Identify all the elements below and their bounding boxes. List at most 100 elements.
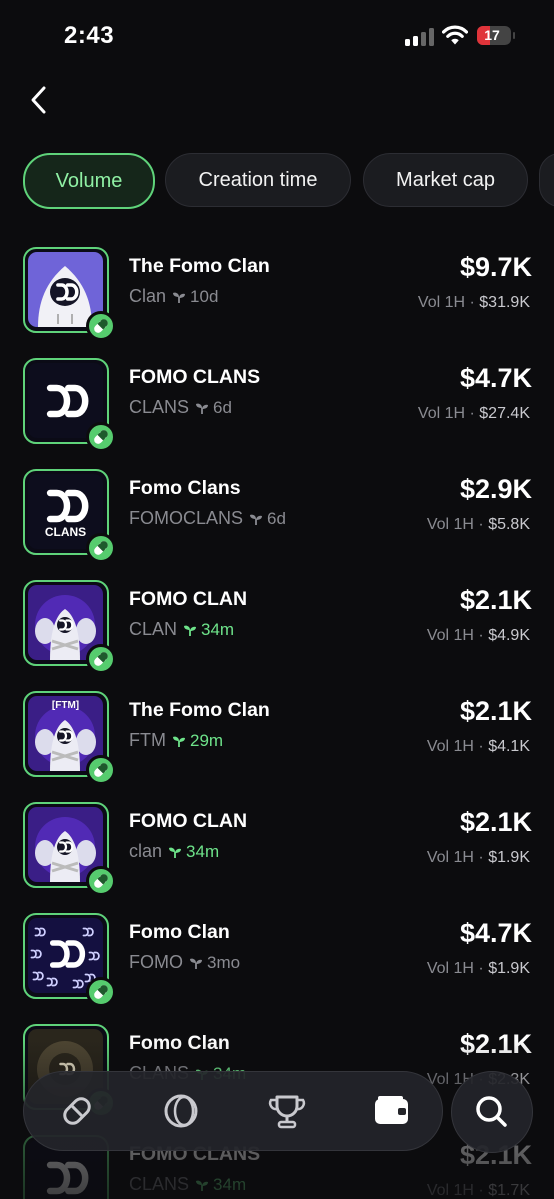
clan-age: 29m — [189, 731, 224, 750]
clan-row[interactable]: The Fomo Clan Clan 10d $9.7K Vol 1H · $31.9K — [0, 236, 554, 347]
clan-ticker: FOMOCLANS — [129, 508, 244, 528]
filter-more-chip[interactable] — [539, 153, 554, 207]
clan-volume: Vol 1H · $5.8K — [426, 516, 530, 533]
status-time: 2:43 — [64, 22, 115, 49]
clan-name: The Fomo Clan — [129, 699, 270, 721]
clan-row[interactable]: [FTM] The Fomo Clan FTM 29m $2.1K Vol 1H · $4… — [0, 680, 554, 791]
clan-ticker: CLANS — [129, 397, 190, 417]
clan-name: FOMO CLAN — [129, 810, 248, 832]
clan-ticker: clan — [129, 841, 163, 861]
vol-label: Vol 1H — [417, 405, 466, 422]
clan-row[interactable]: Fomo Clan FOMO 3mo $4.7K Vol 1H · $1.9K — [0, 902, 554, 1013]
sprout-icon — [189, 954, 203, 975]
clan-age: 34m — [186, 842, 220, 861]
clan-name: Fomo Clans — [129, 477, 241, 499]
clan-name: Fomo Clan — [129, 921, 230, 943]
battery-level: 17 — [484, 27, 500, 43]
clan-ticker: FTM — [129, 730, 166, 750]
vol-label: Vol 1H — [426, 627, 474, 644]
sprout-icon — [172, 288, 186, 309]
vol-value: $4.1K — [488, 738, 530, 755]
nav-trophy-button[interactable] — [248, 1072, 326, 1150]
clan-name: FOMO CLAN — [129, 588, 248, 610]
clan-row[interactable]: FOMO CLAN CLAN 34m $2.1K Vol 1H · $4.9K — [0, 569, 554, 680]
clan-age: 3mo — [207, 953, 241, 972]
sort-filter-bar: Volume Creation time Market cap — [0, 153, 554, 209]
sprout-icon — [249, 510, 263, 531]
clan-name: FOMO CLANS — [129, 366, 261, 388]
clan-market-cap: $4.7K — [459, 918, 532, 948]
vol-value: $4.9K — [488, 627, 530, 644]
clan-volume: Vol 1H · $1.9K — [426, 849, 530, 866]
nav-pill-button[interactable] — [38, 1072, 116, 1150]
clan-market-cap: $4.7K — [459, 363, 532, 393]
clan-ticker: CLAN — [129, 619, 178, 639]
clan-row[interactable]: FOMO CLAN clan 34m $2.1K Vol 1H · $1.9K — [0, 791, 554, 902]
signal-icon — [405, 28, 435, 46]
clan-age: 6d — [213, 398, 232, 417]
svg-text:CLANS: CLANS — [45, 525, 86, 539]
back-button[interactable] — [26, 82, 52, 118]
clan-subtitle: Clan 10d — [129, 286, 218, 309]
clan-row[interactable]: FOMO CLANS CLANS 6d $4.7K Vol 1H · $27.4K — [0, 347, 554, 458]
vol-label: Vol 1H — [426, 516, 474, 533]
wallet-icon — [375, 1096, 408, 1124]
sprout-icon — [172, 732, 186, 753]
search-button[interactable] — [451, 1071, 533, 1153]
vol-value: $27.4K — [479, 405, 530, 422]
clan-market-cap: $2.9K — [459, 474, 532, 504]
coin-icon — [164, 1094, 198, 1128]
pill-badge-icon — [86, 311, 116, 341]
vol-label: Vol 1H — [426, 849, 474, 866]
nav-wallet-button[interactable] — [352, 1072, 430, 1150]
clan-subtitle: FOMO 3mo — [129, 952, 240, 975]
clan-subtitle: CLAN 34m — [129, 619, 234, 642]
clan-volume: Vol 1H · $4.1K — [426, 738, 530, 755]
clan-volume: Vol 1H · $1.9K — [426, 960, 530, 977]
pill-badge-icon — [86, 755, 116, 785]
pill-icon — [63, 1097, 91, 1125]
pill-badge-icon — [86, 533, 116, 563]
vol-value: $5.8K — [488, 516, 530, 533]
clan-market-cap: $9.7K — [459, 252, 532, 282]
sprout-icon — [168, 843, 182, 864]
filter-volume[interactable]: Volume — [23, 153, 155, 209]
vol-label: Vol 1H — [426, 738, 474, 755]
clan-age: 34m — [201, 620, 235, 639]
clan-subtitle: clan 34m — [129, 841, 219, 864]
vol-label: Vol 1H — [426, 960, 474, 977]
trophy-icon — [268, 1095, 306, 1129]
clan-market-cap: $2.1K — [459, 585, 532, 615]
clan-subtitle: FTM 29m — [129, 730, 223, 753]
vol-value: $1.9K — [488, 960, 530, 977]
clan-volume: Vol 1H · $31.9K — [417, 294, 530, 311]
filter-creation-time[interactable]: Creation time — [165, 153, 351, 207]
status-bar: 2:43 17 — [0, 0, 554, 72]
pill-badge-icon — [86, 644, 116, 674]
pill-badge-icon — [86, 422, 116, 452]
clan-market-cap: $2.1K — [459, 807, 532, 837]
clan-volume: Vol 1H · $27.4K — [417, 405, 530, 422]
pill-badge-icon — [86, 977, 116, 1007]
wifi-icon — [442, 25, 468, 45]
vol-value: $31.9K — [479, 294, 530, 311]
clan-ticker: FOMO — [129, 952, 183, 972]
filter-market-cap[interactable]: Market cap — [363, 153, 528, 207]
pill-badge-icon — [86, 866, 116, 896]
sprout-icon — [183, 621, 197, 642]
vol-value: $1.9K — [488, 849, 530, 866]
clan-market-cap: $2.1K — [459, 696, 532, 726]
search-icon — [476, 1096, 507, 1127]
svg-text:[FTM]: [FTM] — [52, 700, 79, 711]
sprout-icon — [195, 399, 209, 420]
clan-name: The Fomo Clan — [129, 255, 270, 277]
bottom-nav — [23, 1071, 443, 1151]
clan-age: 10d — [190, 287, 219, 306]
clan-row[interactable]: CLANS Fomo Clans FOMOCLANS 6d $2.9K Vol 1H · … — [0, 458, 554, 569]
clan-subtitle: FOMOCLANS 6d — [129, 508, 286, 531]
clan-age: 6d — [267, 509, 286, 528]
battery-icon: 17 — [477, 26, 515, 45]
vol-label: Vol 1H — [417, 294, 466, 311]
clan-subtitle: CLANS 6d — [129, 397, 232, 420]
nav-coin-button[interactable] — [142, 1072, 220, 1150]
